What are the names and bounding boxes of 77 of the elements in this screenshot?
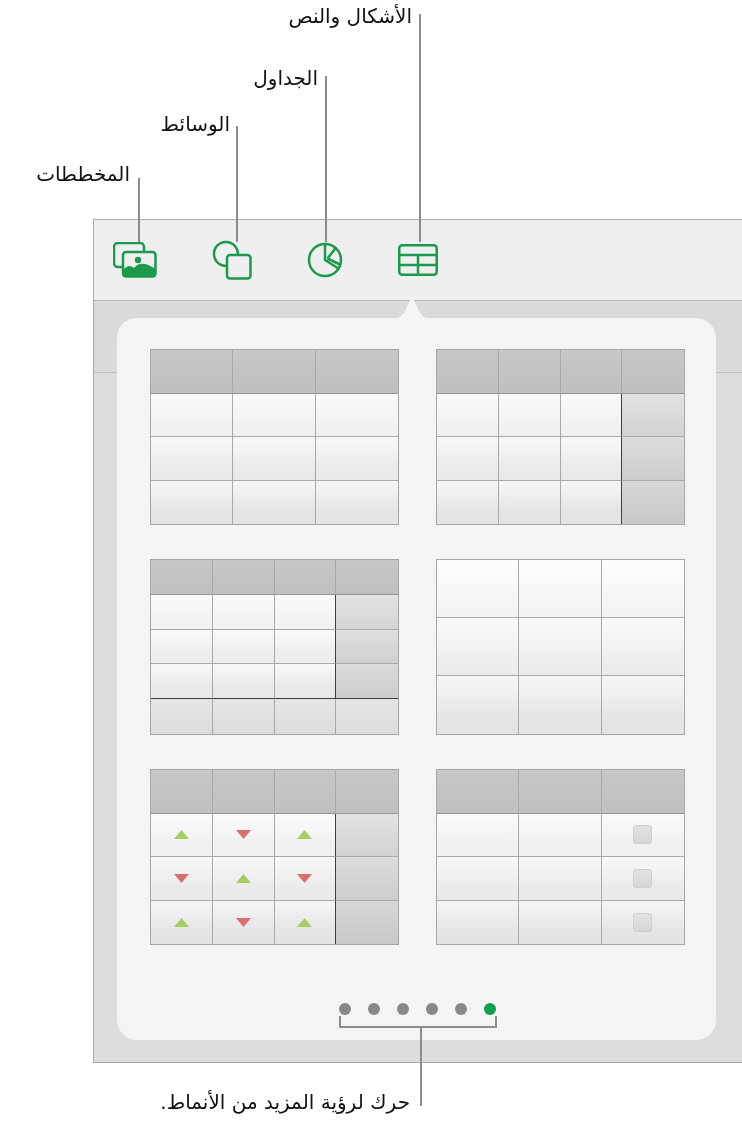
photos-icon (113, 242, 157, 278)
table-cell (437, 393, 499, 437)
table-cell (560, 480, 623, 524)
header-cell (274, 560, 337, 595)
header-cell (560, 350, 623, 394)
header-cell (151, 770, 213, 814)
header-cell (212, 560, 275, 595)
up-triangle-icon (173, 830, 189, 840)
total-cell (336, 594, 398, 630)
up-triangle-icon (297, 917, 313, 927)
table-cell (212, 629, 275, 665)
pie-chart-icon (307, 242, 343, 278)
header-cell (622, 350, 684, 394)
table-cell (498, 437, 561, 481)
table-cell (498, 393, 561, 437)
table-style-button[interactable] (150, 349, 399, 525)
table-style-button[interactable] (150, 559, 399, 735)
callout-label: حرك لرؤية المزيد من الأنماط. (160, 1090, 410, 1114)
down-triangle-icon (235, 830, 251, 840)
table-cell (560, 393, 623, 437)
table-cell (560, 437, 623, 481)
toolbar-button[interactable] (398, 244, 438, 276)
table-cell (274, 629, 337, 665)
total-cell (336, 857, 398, 901)
shapes-icon (212, 240, 252, 280)
toolbar-button[interactable] (212, 240, 252, 280)
down-triangle-icon (297, 873, 313, 883)
down-triangle-icon (173, 873, 189, 883)
table-style-button[interactable] (436, 559, 685, 735)
page-dot[interactable] (339, 1003, 351, 1015)
page-dot[interactable] (368, 1003, 380, 1015)
table-cell (437, 437, 499, 481)
page-dot[interactable] (426, 1003, 438, 1015)
header-cell (498, 350, 561, 394)
table-cell (151, 664, 213, 700)
page-dot[interactable] (455, 1003, 467, 1015)
total-cell (336, 813, 398, 857)
page-dot[interactable] (397, 1003, 409, 1015)
callout-label: الأشكال والنص (288, 4, 412, 28)
header-cell (212, 770, 275, 814)
page-dot[interactable] (484, 1003, 496, 1015)
up-triangle-icon (173, 917, 189, 927)
callout-label: الوسائط (160, 112, 230, 136)
total-cell (336, 664, 398, 700)
footer-cell (151, 699, 213, 734)
table-cell (274, 594, 337, 630)
up-triangle-icon (297, 830, 313, 840)
toolbar-button[interactable] (307, 242, 343, 278)
header-cell (336, 560, 398, 595)
total-cell (622, 437, 684, 481)
table-cell (437, 480, 499, 524)
total-cell (622, 393, 684, 437)
header-cell (151, 560, 213, 595)
footer-cell (274, 699, 337, 734)
table-icon (398, 244, 438, 276)
leader-line (138, 178, 140, 242)
total-cell (336, 900, 398, 944)
table-cell (212, 664, 275, 700)
table-cell (151, 594, 213, 630)
total-cell (622, 480, 684, 524)
table-style-button[interactable] (436, 769, 685, 945)
up-triangle-icon (235, 873, 251, 883)
down-triangle-icon (235, 917, 251, 927)
footer-cell (212, 699, 275, 734)
table-cell (274, 664, 337, 700)
table-cell (498, 480, 561, 524)
table-style-button[interactable] (436, 349, 685, 525)
total-cell (336, 629, 398, 665)
table-cell (212, 594, 275, 630)
header-cell (437, 350, 499, 394)
toolbar-button[interactable] (113, 242, 157, 278)
callout-label: المخططات (36, 162, 130, 186)
header-cell (336, 770, 398, 814)
table-style-button[interactable] (150, 769, 399, 945)
header-cell (274, 770, 337, 814)
table-cell (151, 629, 213, 665)
callout-label: الجداول (253, 66, 318, 90)
